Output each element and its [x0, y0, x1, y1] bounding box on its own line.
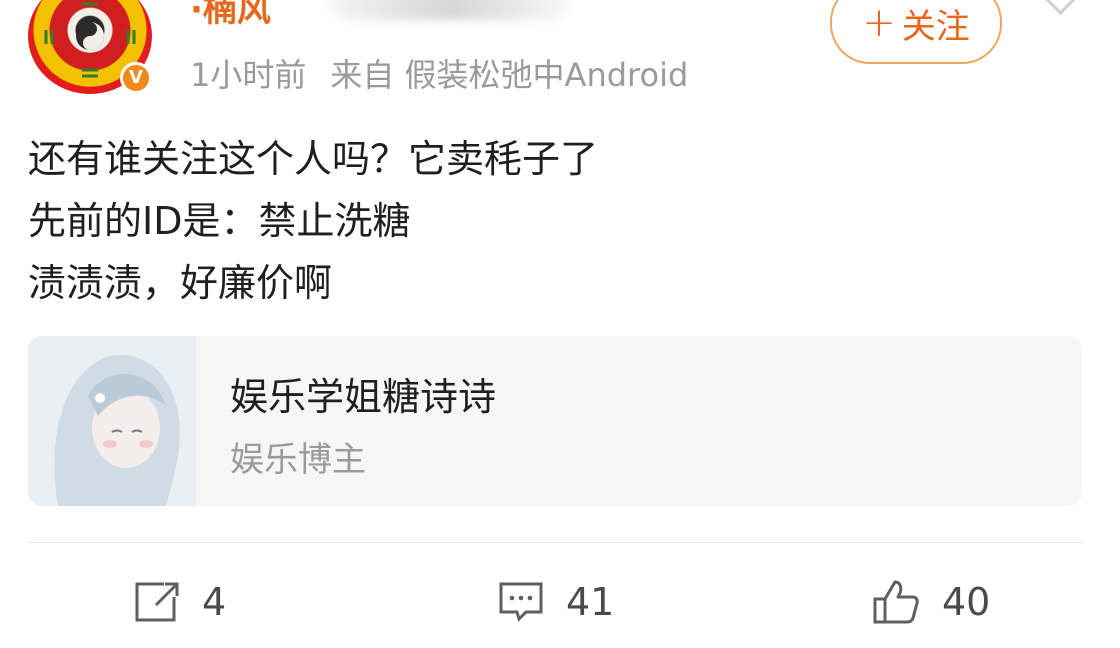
follow-label: 关注 — [901, 6, 970, 47]
post-line: 先前的ID是：禁止洗糖 — [28, 199, 411, 243]
repost-count: 4 — [202, 580, 227, 624]
thumbs-up-icon — [873, 580, 919, 624]
anime-avatar-icon — [28, 336, 196, 506]
repost-button[interactable]: 4 — [134, 578, 226, 626]
repost-icon — [135, 582, 179, 622]
post-time: 1小时前 — [190, 56, 307, 94]
comment-icon — [499, 582, 543, 622]
post-meta: 1小时前 来自 假装松弛中Android — [190, 50, 688, 96]
blurred-name-region — [330, 0, 570, 20]
post-source: 来自 假装松弛中Android — [330, 56, 689, 94]
profile-card-thumbnail — [28, 336, 196, 506]
chevron-down-icon[interactable] — [1039, 0, 1082, 16]
author-name[interactable]: ·楠风 — [190, 0, 271, 31]
profile-card-title: 娱乐学姐糖诗诗 — [230, 375, 497, 419]
author-avatar-wrap[interactable]: V — [28, 0, 152, 94]
follow-button[interactable]: + 关注 — [830, 0, 1002, 64]
post-body: 还有谁关注这个人吗？它卖秏子了 先前的ID是：禁止洗糖 渍渍渍，好廉价啊 — [28, 128, 598, 314]
profile-card[interactable]: 娱乐学姐糖诗诗 娱乐博主 — [28, 336, 1082, 506]
divider — [28, 542, 1082, 543]
plus-icon: + — [862, 0, 896, 46]
post-line: 渍渍渍，好廉价啊 — [28, 261, 333, 305]
comment-button[interactable]: 41 — [498, 578, 614, 626]
comment-count: 41 — [566, 580, 615, 624]
profile-card-subtitle: 娱乐博主 — [230, 440, 366, 480]
post-line: 还有谁关注这个人吗？它卖秏子了 — [28, 137, 599, 181]
like-count: 40 — [942, 580, 991, 624]
verified-badge-icon: V — [120, 62, 152, 94]
like-button[interactable]: 40 — [872, 578, 990, 626]
